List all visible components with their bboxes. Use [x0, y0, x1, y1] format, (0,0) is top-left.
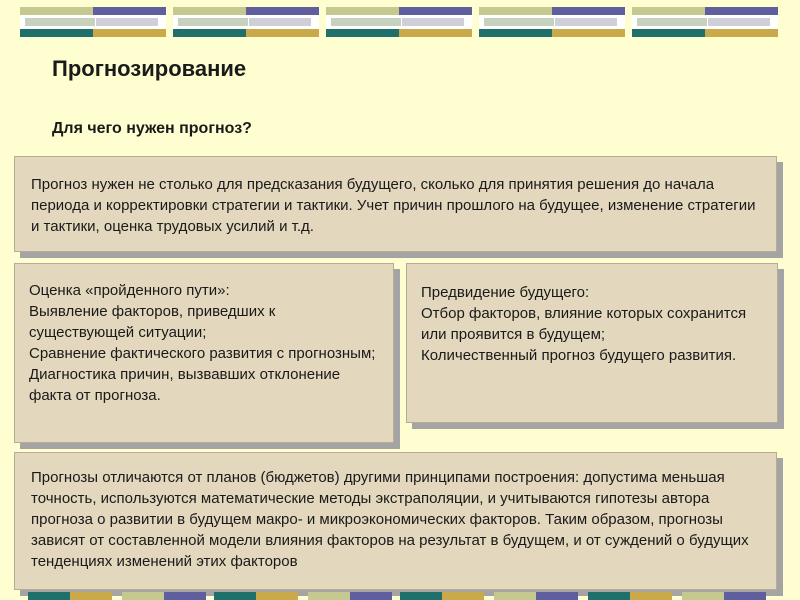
decor-tile-5: [632, 7, 778, 37]
past-assessment-text: Оценка «пройденного пути»: Выявление фак…: [29, 282, 376, 404]
forecast-vs-plan-box: Прогнозы отличаются от планов (бюджетов)…: [14, 452, 777, 590]
decor-tile-1: [20, 7, 166, 37]
purpose-box: Прогноз нужен не столько для предсказани…: [14, 156, 777, 252]
decor-tile-3: [326, 7, 472, 37]
future-forecast-box: Предвидение будущего: Отбор факторов, вл…: [406, 263, 778, 423]
forecast-vs-plan-text: Прогнозы отличаются от планов (бюджетов)…: [31, 469, 749, 570]
decor-bottom-strip: [0, 592, 800, 600]
future-forecast-text: Предвидение будущего: Отбор факторов, вл…: [421, 284, 747, 364]
section-subtitle: Для чего нужен прогноз?: [52, 120, 252, 137]
past-assessment-box: Оценка «пройденного пути»: Выявление фак…: [14, 263, 394, 443]
purpose-text: Прогноз нужен не столько для предсказани…: [31, 176, 756, 235]
decor-tile-2: [173, 7, 319, 37]
decor-tile-4: [479, 7, 625, 37]
page-title: Прогнозирование: [52, 56, 247, 81]
